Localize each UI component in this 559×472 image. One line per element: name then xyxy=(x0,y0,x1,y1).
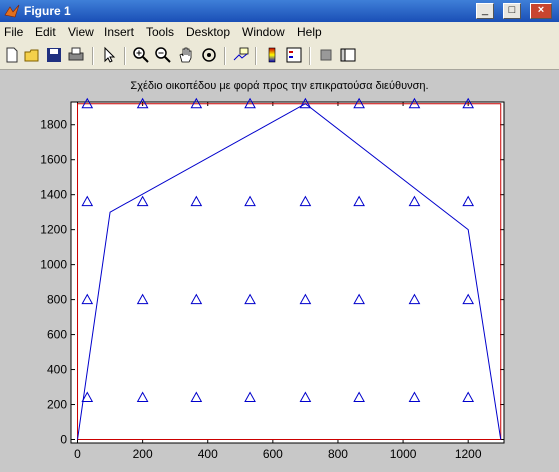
axes-box xyxy=(70,101,505,444)
y-tick-label: 600 xyxy=(47,328,67,342)
y-tick-label: 1800 xyxy=(40,118,67,132)
x-tick-label: 0 xyxy=(74,447,81,461)
x-tick-label: 800 xyxy=(328,447,348,461)
x-tick-label: 400 xyxy=(198,447,218,461)
plot-axes[interactable]: 0 200 400 600 800 1000 1200 0 200 400 600 800 1000 12… xyxy=(0,0,559,472)
y-tick-label: 400 xyxy=(47,363,67,377)
figure-window: Figure 1 _ □ × File Edit View Insert Too… xyxy=(0,0,559,472)
x-tick-label: 1000 xyxy=(390,447,417,461)
y-tick-label: 0 xyxy=(60,433,67,447)
x-tick-label: 600 xyxy=(263,447,283,461)
x-tick-label: 200 xyxy=(133,447,153,461)
y-tick-label: 1000 xyxy=(40,258,67,272)
y-tick-label: 200 xyxy=(47,398,67,412)
y-tick-label: 800 xyxy=(47,293,67,307)
y-tick-label: 1600 xyxy=(40,153,67,167)
x-tick-label: 1200 xyxy=(455,447,482,461)
y-tick-label: 1200 xyxy=(40,223,67,237)
y-tick-label: 1400 xyxy=(40,188,67,202)
